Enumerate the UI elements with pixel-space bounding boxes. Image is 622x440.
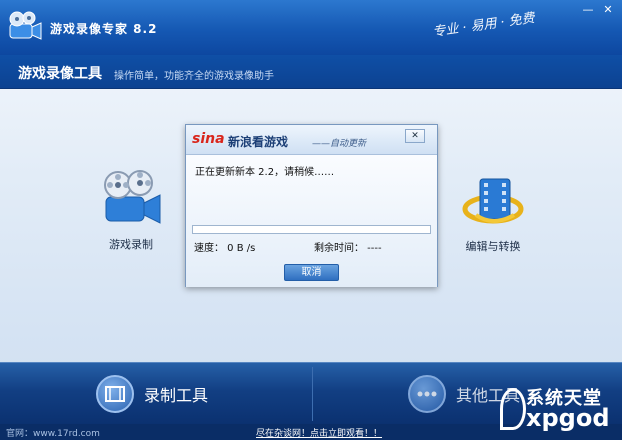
film-reel-logo-icon — [9, 11, 42, 40]
page-description: 操作简单，功能齐全的游戏录像助手 — [114, 71, 274, 82]
feature-game-record-label: 游戏录制 — [109, 238, 153, 251]
window-controls: — ✕ — [578, 2, 618, 18]
section-header: 游戏录像工具 操作简单，功能齐全的游戏录像助手 — [0, 55, 622, 89]
update-progress-bar — [192, 225, 431, 234]
app-title: 游戏录像专家 8.2 — [50, 22, 158, 36]
page-title: 游戏录像工具 — [18, 66, 102, 82]
dialog-body: 正在更新新本 2.2，请稍候…… 速度： 0 B /s 剩余时间： ---- 取… — [186, 155, 437, 287]
update-status-text: 正在更新新本 2.2，请稍候…… — [195, 167, 335, 178]
promo-link[interactable]: 尽在杂谈网！点击立即观看！！ — [256, 426, 382, 439]
feature-game-record[interactable]: 游戏录制 — [86, 165, 176, 252]
sina-logo: sina — [192, 131, 225, 147]
film-strip-icon — [96, 375, 134, 413]
update-dialog: sina 新浪看游戏 ——自动更新 ✕ 正在更新新本 2.2，请稍候…… 速度：… — [185, 124, 438, 287]
feature-edit-convert-label: 编辑与转换 — [465, 240, 521, 253]
record-tool-button[interactable]: 录制工具 — [96, 375, 208, 413]
slogan: 专业 · 易用 · 免费 — [431, 10, 536, 41]
toolbar-divider — [312, 367, 313, 421]
dialog-brand: 新浪看游戏 — [228, 135, 289, 149]
dialog-header: sina 新浪看游戏 ——自动更新 ✕ — [186, 125, 437, 155]
app-window: 游戏录像专家 8.2 专业 · 易用 · 免费 — ✕ 游戏录像工具 操作简单，… — [0, 0, 622, 440]
download-speed: 速度： 0 B /s — [194, 243, 256, 254]
video-camera-icon — [104, 170, 161, 224]
dialog-subtitle: ——自动更新 — [312, 139, 367, 149]
record-tool-label: 录制工具 — [144, 386, 209, 405]
more-dots-icon — [408, 375, 446, 413]
close-window-button[interactable]: ✕ — [598, 2, 618, 18]
cancel-button[interactable]: 取消 — [284, 264, 339, 281]
title-bar: 游戏录像专家 8.2 专业 · 易用 · 免费 — ✕ — [0, 0, 622, 55]
watermark-logo-icon — [500, 388, 526, 430]
minimize-button[interactable]: — — [578, 2, 598, 18]
time-remaining: 剩余时间： ---- — [314, 243, 382, 254]
watermark-bottom-text: xpgod — [526, 404, 610, 432]
official-site-text: 官网：www.17rd.com — [6, 429, 100, 439]
film-edit-icon — [462, 178, 524, 224]
watermark: 系统天堂 xpgod — [500, 382, 622, 440]
dialog-close-button[interactable]: ✕ — [405, 129, 425, 143]
feature-edit-convert[interactable]: 编辑与转换 — [448, 175, 538, 254]
